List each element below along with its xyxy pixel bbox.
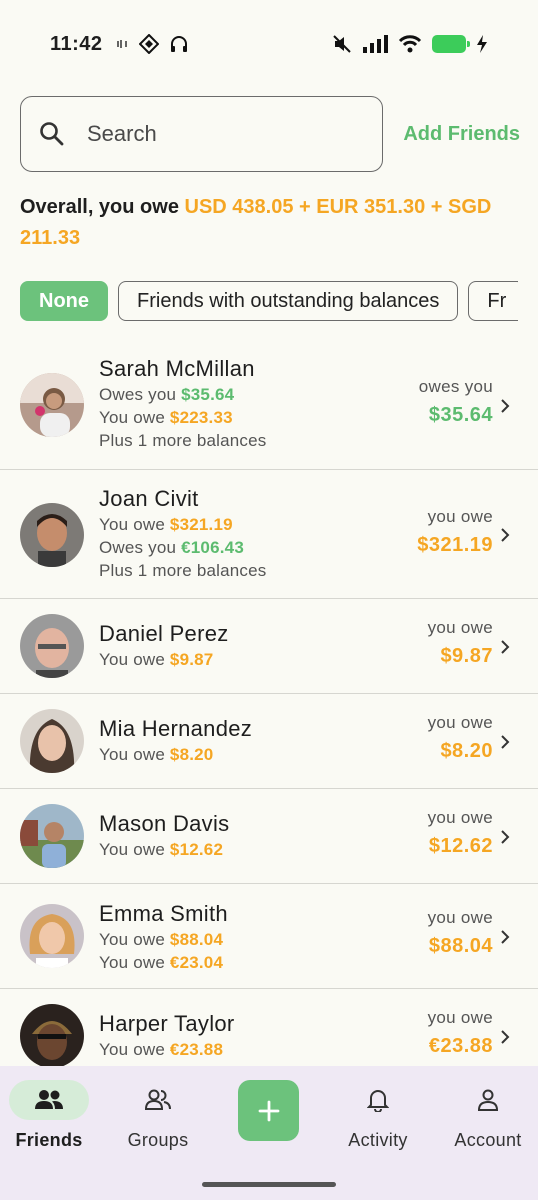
search-icon (40, 122, 64, 146)
friend-name: Mia Hernandez (99, 716, 253, 741)
plus-icon (258, 1100, 279, 1121)
friend-name: Daniel Perez (99, 621, 229, 646)
add-friends-button[interactable]: Add Friends (403, 123, 520, 146)
balance-line: Owes you €106.43 (99, 538, 244, 557)
friend-name: Emma Smith (99, 901, 228, 926)
balance-amount: $12.62 (428, 835, 493, 857)
home-indicator[interactable] (202, 1182, 336, 1187)
nav-groups[interactable]: Groups (113, 1080, 203, 1151)
balance-status: you owe (427, 908, 493, 927)
balance-status: owes you (418, 377, 493, 396)
balance-line: Plus 1 more balances (99, 561, 267, 580)
chip-none[interactable]: None (20, 281, 108, 321)
balance-amount: $321.19 (417, 534, 493, 556)
balance-amount: $8.20 (440, 740, 493, 762)
balance-status: you owe (427, 713, 493, 732)
balance-line: Owes you $35.64 (99, 385, 235, 404)
search-row: Add Friends (20, 96, 520, 172)
chip-more[interactable]: Fr (468, 281, 518, 321)
chevron-right-icon (501, 830, 510, 844)
balance-line: You owe $12.62 (99, 840, 224, 859)
balance-amount: €23.88 (428, 1035, 493, 1057)
nav-account[interactable]: Account (443, 1080, 533, 1151)
nav-activity-label: Activity (348, 1130, 408, 1150)
people-icon (35, 1090, 63, 1109)
chevron-right-icon (501, 528, 510, 542)
balance-status: you owe (427, 618, 493, 637)
chip-outstanding-balances[interactable]: Friends with outstanding balances (118, 281, 459, 321)
add-expense-button[interactable] (238, 1080, 299, 1141)
avatar (20, 373, 84, 437)
battery-icon (432, 35, 470, 53)
balance-amount: $35.64 (428, 404, 493, 426)
balance-amount: $88.04 (428, 935, 493, 957)
balance-line: You owe €23.88 (99, 1040, 224, 1059)
chevron-right-icon (501, 930, 510, 944)
friend-name: Harper Taylor (99, 1011, 235, 1036)
avatar (20, 614, 84, 678)
friend-name: Joan Civit (99, 486, 199, 511)
bottom-nav: Friends Groups Activity Account (0, 1066, 538, 1200)
friend-row[interactable]: Mia Hernandez You owe $8.20 you owe $8.2… (0, 694, 538, 789)
account-icon (477, 1089, 499, 1111)
friend-name: Sarah McMillan (99, 356, 255, 381)
balance-line: You owe €23.04 (99, 953, 224, 972)
nav-activity[interactable]: Activity (333, 1080, 423, 1151)
balance-status: you owe (427, 1008, 493, 1027)
headphones-icon (170, 36, 187, 52)
chevron-right-icon (501, 399, 510, 413)
friends-list: Sarah McMillan Owes you $35.64 You owe $… (0, 340, 538, 1066)
status-bar: 11:42 (0, 0, 538, 88)
charging-icon (477, 35, 487, 53)
friend-row[interactable]: Mason Davis You owe $12.62 you owe $12.6… (0, 789, 538, 884)
bell-icon (367, 1090, 389, 1112)
balance-line: Plus 1 more balances (99, 431, 267, 450)
balance-status: you owe (427, 808, 493, 827)
status-time: 11:42 (50, 32, 103, 55)
avatar (20, 503, 84, 567)
balance-line: You owe $321.19 (99, 515, 233, 534)
overall-balance: Overall, you owe USD 438.05 + EUR 351.30… (20, 192, 520, 254)
avatar (20, 1004, 84, 1066)
overall-prefix: Overall, you owe (20, 196, 185, 218)
search-input[interactable] (87, 121, 347, 147)
friend-row[interactable]: Sarah McMillan Owes you $35.64 You owe $… (0, 340, 538, 470)
friend-row[interactable]: Harper Taylor You owe €23.88 you owe €23… (0, 989, 538, 1066)
nav-account-label: Account (454, 1130, 522, 1150)
mute-icon (333, 35, 351, 53)
balance-status: you owe (427, 507, 493, 526)
sync-icon (116, 40, 127, 48)
friend-row[interactable]: Emma Smith You owe $88.04 You owe €23.04… (0, 884, 538, 989)
diamond-app-icon (138, 34, 159, 54)
friend-row[interactable]: Daniel Perez You owe $9.87 you owe $9.87 (0, 599, 538, 694)
avatar (20, 804, 84, 868)
chevron-right-icon (501, 1030, 510, 1044)
wifi-icon (398, 35, 422, 53)
nav-friends[interactable]: Friends (4, 1080, 94, 1151)
group-icon (144, 1089, 171, 1110)
search-box[interactable] (20, 96, 384, 172)
friend-row[interactable]: Joan Civit You owe $321.19 Owes you €106… (0, 470, 538, 599)
nav-groups-label: Groups (127, 1130, 189, 1150)
balance-line: You owe $223.33 (99, 408, 233, 427)
chevron-right-icon (501, 640, 510, 654)
chevron-right-icon (501, 735, 510, 749)
avatar (20, 904, 84, 968)
balance-line: You owe $9.87 (99, 650, 214, 669)
friend-name: Mason Davis (99, 811, 230, 836)
balance-line: You owe $88.04 (99, 930, 224, 949)
avatar (20, 709, 84, 773)
filter-chips: None Friends with outstanding balances F… (20, 281, 518, 321)
balance-line: You owe $8.20 (99, 745, 214, 764)
signal-icon (363, 35, 388, 53)
balance-amount: $9.87 (440, 645, 493, 667)
nav-friends-label: Friends (15, 1130, 83, 1150)
